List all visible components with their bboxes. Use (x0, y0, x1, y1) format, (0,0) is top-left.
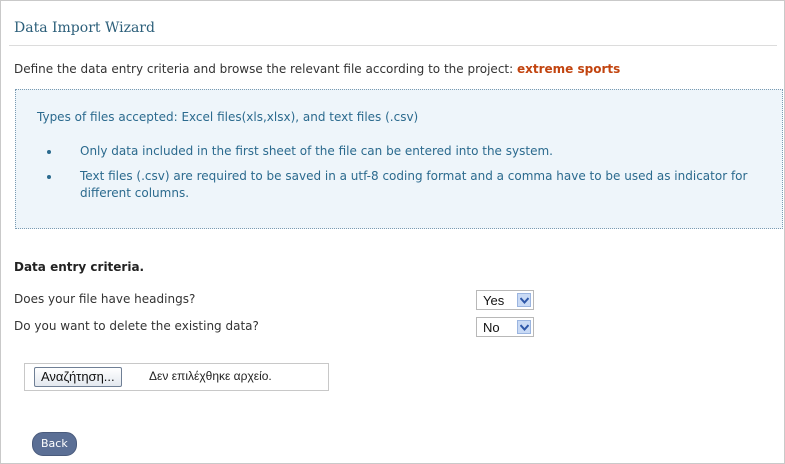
headings-select[interactable]: Yes (476, 290, 534, 310)
browse-button[interactable]: Αναζήτηση... (34, 367, 122, 387)
info-list: Only data included in the first sheet of… (16, 143, 782, 210)
info-bullet-item: Only data included in the first sheet of… (16, 143, 782, 160)
project-name: extreme sports (516, 62, 621, 76)
info-bullet-text: Text files (.csv) are required to be sav… (80, 169, 748, 200)
accepted-types-text: Types of files accepted: Excel files(xls… (37, 110, 419, 124)
delete-question-label: Do you want to delete the existing data? (14, 319, 259, 333)
title-divider (9, 45, 777, 46)
wizard-panel: Data Import Wizard Define the data entry… (0, 0, 785, 464)
intro-text: Define the data entry criteria and brows… (14, 62, 620, 76)
page-title: Data Import Wizard (14, 20, 155, 36)
delete-select-value: No (483, 320, 500, 335)
file-input[interactable]: Αναζήτηση... Δεν επιλέχθηκε αρχείο. (24, 363, 329, 391)
info-bullet-item: Text files (.csv) are required to be sav… (16, 168, 782, 202)
info-box: Types of files accepted: Excel files(xls… (15, 89, 783, 229)
bullet-icon (47, 175, 51, 179)
delete-data-select[interactable]: No (476, 317, 534, 337)
chevron-down-icon[interactable] (517, 293, 531, 307)
info-bullet-text: Only data included in the first sheet of… (80, 144, 553, 158)
back-button[interactable]: Back (32, 432, 77, 456)
no-file-selected-text: Δεν επιλέχθηκε αρχείο. (149, 369, 272, 383)
bullet-icon (47, 150, 51, 154)
intro-label: Define the data entry criteria and brows… (14, 62, 517, 76)
headings-select-value: Yes (483, 293, 505, 308)
headings-question-label: Does your file have headings? (14, 292, 196, 306)
criteria-heading: Data entry criteria. (14, 260, 145, 274)
chevron-down-icon[interactable] (517, 320, 531, 334)
